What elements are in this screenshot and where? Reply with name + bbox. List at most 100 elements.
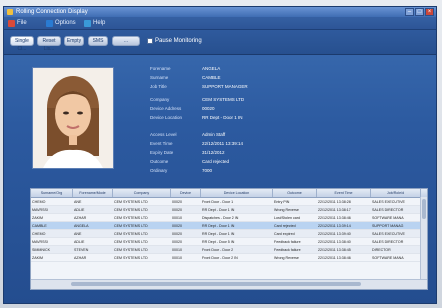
- cell-surname: CHEMO: [32, 232, 46, 236]
- table-row[interactable]: ZAKIM AZHAR CEM SYSTEMS LTD 00010 Front …: [31, 254, 427, 262]
- column-header-surname[interactable]: Surname/Org: [31, 189, 73, 197]
- cell-surname: MAVRSSI: [32, 208, 48, 212]
- table-row[interactable]: MAVRSSI ADLIE CEM SYSTEMS LTD 00020 RR D…: [31, 238, 427, 246]
- reset-list-button[interactable]: Reset Lis...: [37, 36, 61, 52]
- more-button[interactable]: ...: [112, 36, 140, 46]
- cell-job-role: SALES EXECUTIVE: [372, 200, 405, 204]
- cell-device: 00020: [172, 240, 182, 244]
- menu-file-label: File: [17, 20, 27, 26]
- cell-device: 00010: [172, 216, 182, 220]
- cell-surname: MAVRSSI: [32, 240, 48, 244]
- horizontal-scroll-thumb[interactable]: [71, 282, 361, 286]
- cell-forename: STEVEN: [74, 248, 89, 252]
- cell-event-time: 22/12/2011 13:38:45: [318, 248, 351, 252]
- options-menu-icon: [46, 19, 53, 27]
- menu-options[interactable]: Options: [46, 17, 76, 29]
- title-bar: Rolling Connection Display – □ ×: [4, 7, 436, 17]
- cell-event-time: 22/12/2011 13:39:14: [318, 224, 351, 228]
- single-clear-button[interactable]: Single Cl...: [10, 36, 34, 52]
- cell-job-role: SALES EXECUTIVE: [372, 232, 405, 236]
- cell-job-role: SALES DIRECTOR: [372, 208, 404, 212]
- cell-event-time: 22/12/2011 13:38:46: [318, 256, 351, 260]
- column-header-device-location[interactable]: Device Location: [201, 189, 273, 197]
- cell-company: CEM SYSTEMS LTD: [114, 248, 148, 252]
- cell-event-time: 22/12/2011 13:38:46: [318, 216, 351, 220]
- cell-device: 00020: [172, 232, 182, 236]
- events-table: Surname/Org Forename/Mode Company Device…: [30, 188, 428, 290]
- cell-event-time: 22/12/2011 13:38:17: [318, 208, 351, 212]
- cell-company: CEM SYSTEMS LTD: [114, 224, 148, 228]
- column-header-forename[interactable]: Forename/Mode: [73, 189, 113, 197]
- cell-company: CEM SYSTEMS LTD: [114, 200, 148, 204]
- toolbar: Single Cl... Reset Lis... Empty SMS ... …: [4, 30, 436, 55]
- cell-outcome: Lost/Stolen card: [274, 216, 300, 220]
- sms-button[interactable]: SMS: [88, 36, 108, 46]
- maximize-icon[interactable]: □: [415, 8, 424, 16]
- table-header: Surname/Org Forename/Mode Company Device…: [31, 189, 427, 198]
- table-row[interactable]: CHEMO ANE CEM SYSTEMS LTD 00020 RR Dept …: [31, 230, 427, 238]
- pause-monitoring-checkbox[interactable]: [147, 38, 153, 44]
- app-icon: [7, 9, 13, 15]
- cell-device: 00020: [172, 208, 182, 212]
- cell-device-location: Front Door - Door 2 IN: [202, 256, 238, 260]
- horizontal-scrollbar[interactable]: [31, 279, 427, 289]
- help-menu-icon: [84, 19, 91, 27]
- cell-device-location: RR Dept - Door 1 IN: [202, 224, 235, 228]
- cell-job-role: SALES DIRECTOR: [372, 240, 404, 244]
- column-header-job-role[interactable]: Job/Role/d: [371, 189, 421, 197]
- cell-forename: ANE: [74, 232, 82, 236]
- cell-surname: SIMMNICK: [32, 248, 50, 252]
- cell-device-location: Front Door - Door 2: [202, 248, 234, 252]
- table-row[interactable]: MAVRSSI ADLIE CEM SYSTEMS LTD 00020 RR D…: [31, 206, 427, 214]
- menu-file[interactable]: File: [8, 17, 27, 29]
- column-header-outcome[interactable]: Outcome: [273, 189, 317, 197]
- cell-event-time: 22/12/2011 13:38:40: [318, 240, 351, 244]
- cell-event-time: 22/12/2011 13:39:40: [318, 232, 351, 236]
- cell-outcome: Card rejected: [274, 224, 296, 228]
- cell-company: CEM SYSTEMS LTD: [114, 256, 148, 260]
- cell-company: CEM SYSTEMS LTD: [114, 240, 148, 244]
- table-row[interactable]: CHEMO ANE CEM SYSTEMS LTD 00020 Front Do…: [31, 198, 427, 206]
- menu-options-label: Options: [55, 20, 76, 26]
- column-header-company[interactable]: Company: [113, 189, 171, 197]
- cell-company: CEM SYSTEMS LTD: [114, 216, 148, 220]
- cell-event-time: 22/12/2011 13:38:28: [318, 200, 351, 204]
- vertical-scroll-thumb[interactable]: [422, 199, 426, 219]
- cell-surname: CAMBLE: [32, 224, 47, 228]
- table-row-selected[interactable]: CAMBLE ANGELA CEM SYSTEMS LTD 00020 RR D…: [31, 222, 427, 230]
- cardholder-photo-image: [33, 68, 113, 168]
- minimize-icon[interactable]: –: [405, 8, 414, 16]
- cell-device: 00020: [172, 200, 182, 204]
- cell-device-location: Front Door - Door 1: [202, 200, 234, 204]
- cell-surname: ZAKIM: [32, 216, 43, 220]
- column-header-device[interactable]: Device: [171, 189, 201, 197]
- table-row[interactable]: ZAKIM AZHAR CEM SYSTEMS LTD 00010 Dispat…: [31, 214, 427, 222]
- cell-outcome: Feedback failure: [274, 248, 301, 252]
- window-title: Rolling Connection Display: [16, 9, 88, 15]
- cell-device-location: Dispatches - Door 2 IN: [202, 216, 239, 220]
- table-row[interactable]: SIMMNICK STEVEN CEM SYSTEMS LTD 00010 Fr…: [31, 246, 427, 254]
- cell-job-role: DIRECTOR: [372, 248, 391, 252]
- cell-job-role: SUPPORT MANAG: [372, 224, 404, 228]
- cardholder-photo: [32, 67, 114, 169]
- cell-surname: CHEMO: [32, 200, 46, 204]
- vertical-scrollbar[interactable]: [420, 197, 427, 280]
- menu-help[interactable]: Help: [84, 17, 105, 29]
- cell-device: 00010: [172, 256, 182, 260]
- cell-outcome: Wrong Reverse: [274, 256, 299, 260]
- cell-job-role: SOFTWARE MANA: [372, 256, 404, 260]
- window-controls: – □ ×: [405, 8, 434, 16]
- cell-company: CEM SYSTEMS LTD: [114, 232, 148, 236]
- cell-company: CEM SYSTEMS LTD: [114, 208, 148, 212]
- cell-forename: ANE: [74, 200, 82, 204]
- cell-device: 00010: [172, 248, 182, 252]
- cell-job-role: SOFTWARE MANA: [372, 216, 404, 220]
- cell-forename: ANGELA: [74, 224, 89, 228]
- column-header-event-time[interactable]: Event Time: [317, 189, 371, 197]
- menu-help-label: Help: [93, 20, 106, 26]
- close-icon[interactable]: ×: [425, 8, 434, 16]
- cell-forename: ADLIE: [74, 240, 85, 244]
- cell-forename: AZHAR: [74, 216, 87, 220]
- cell-forename: AZHAR: [74, 256, 87, 260]
- empty-button[interactable]: Empty: [64, 36, 84, 46]
